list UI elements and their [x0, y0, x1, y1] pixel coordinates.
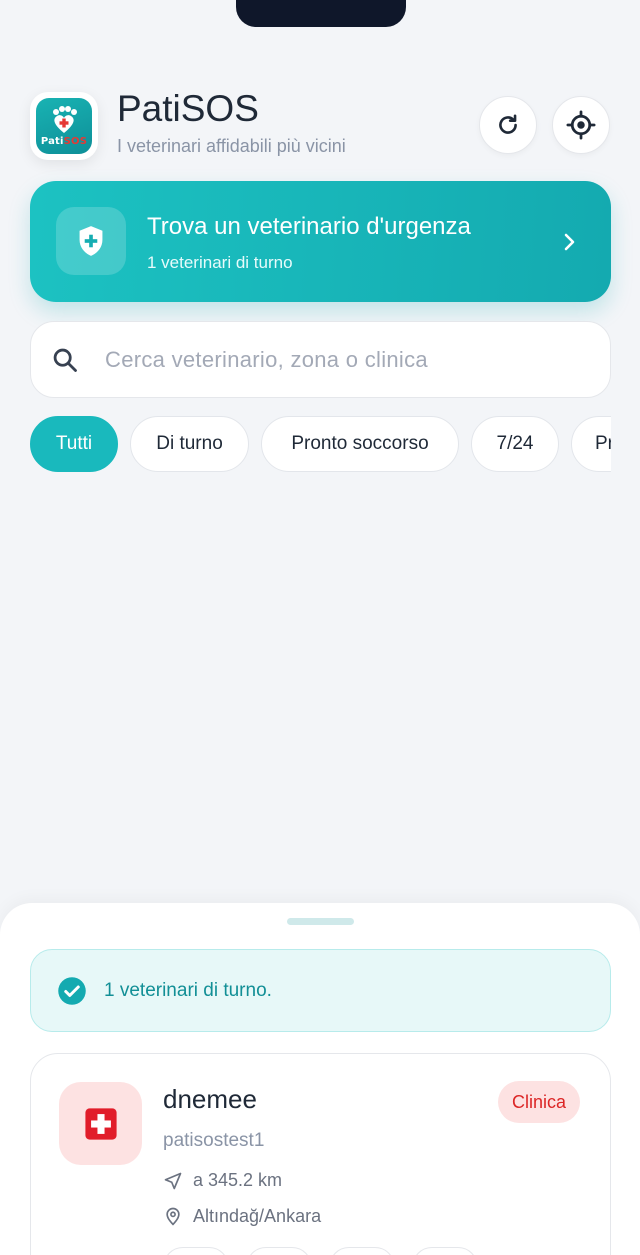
app-subtitle: I veterinari affidabili più vicini	[117, 136, 346, 156]
logo-wordmark: PatiSOS	[40, 135, 88, 147]
emergency-title: Trova un veterinario d'urgenza	[147, 213, 471, 240]
vet-action-pill[interactable]	[246, 1247, 312, 1255]
vet-action-pill[interactable]	[412, 1247, 478, 1255]
chip-7-24[interactable]: 7/24	[471, 416, 559, 472]
medical-cross-icon	[84, 1107, 117, 1140]
chip-pronto-soccorso[interactable]: Pronto soccorso	[261, 416, 459, 472]
vet-action-pill[interactable]	[329, 1247, 395, 1255]
search-icon	[53, 348, 77, 372]
check-circle-icon	[58, 977, 86, 1005]
vet-icon-container	[59, 1082, 142, 1165]
vet-type-badge: Clinica	[498, 1081, 581, 1123]
refresh-button[interactable]	[479, 96, 537, 154]
vet-distance: a 345.2 km	[163, 1170, 282, 1191]
locate-icon	[566, 110, 596, 140]
chevron-right-icon	[564, 233, 575, 251]
search-bar[interactable]	[30, 321, 611, 398]
chip-di-turno[interactable]: Di turno	[130, 416, 249, 472]
filter-chips: Tutti Di turno Pronto soccorso 7/24 Pr	[30, 416, 611, 474]
refresh-icon	[499, 114, 517, 134]
sheet-drag-handle[interactable]	[287, 918, 354, 925]
vet-location: Altındağ/Ankara	[163, 1205, 321, 1227]
vet-subtitle: patisostest1	[163, 1130, 265, 1151]
emergency-banner[interactable]: Trova un veterinario d'urgenza 1 veterin…	[30, 181, 611, 302]
vet-distance-text: a 345.2 km	[193, 1170, 283, 1190]
search-input[interactable]	[105, 342, 585, 378]
emergency-subtitle: 1 veterinari di turno	[147, 253, 293, 272]
shield-container	[56, 207, 126, 275]
vet-name: dnemee	[163, 1084, 257, 1114]
vet-card[interactable]: dnemee patisostest1 Clinica a 345.2 km A…	[30, 1053, 611, 1255]
vet-location-text: Altındağ/Ankara	[193, 1205, 322, 1226]
vet-action-pill[interactable]	[163, 1247, 229, 1255]
on-duty-status-text: 1 veterinari di turno.	[104, 980, 272, 1001]
device-notch	[236, 0, 406, 27]
map-pin-icon	[166, 1207, 180, 1226]
app-logo: PatiSOS	[30, 92, 98, 160]
bottom-sheet: 1 veterinari di turno. dnemee patisostes…	[0, 903, 640, 1255]
locate-button[interactable]	[552, 96, 610, 154]
navigation-icon	[164, 1172, 182, 1189]
on-duty-status-banner: 1 veterinari di turno.	[30, 949, 611, 1032]
shield-icon	[79, 226, 103, 256]
app-title: PatiSOS	[117, 88, 259, 129]
chip-partial[interactable]: Pr	[571, 416, 611, 472]
paw-heart-icon	[53, 105, 77, 133]
chip-tutti[interactable]: Tutti	[30, 416, 118, 472]
